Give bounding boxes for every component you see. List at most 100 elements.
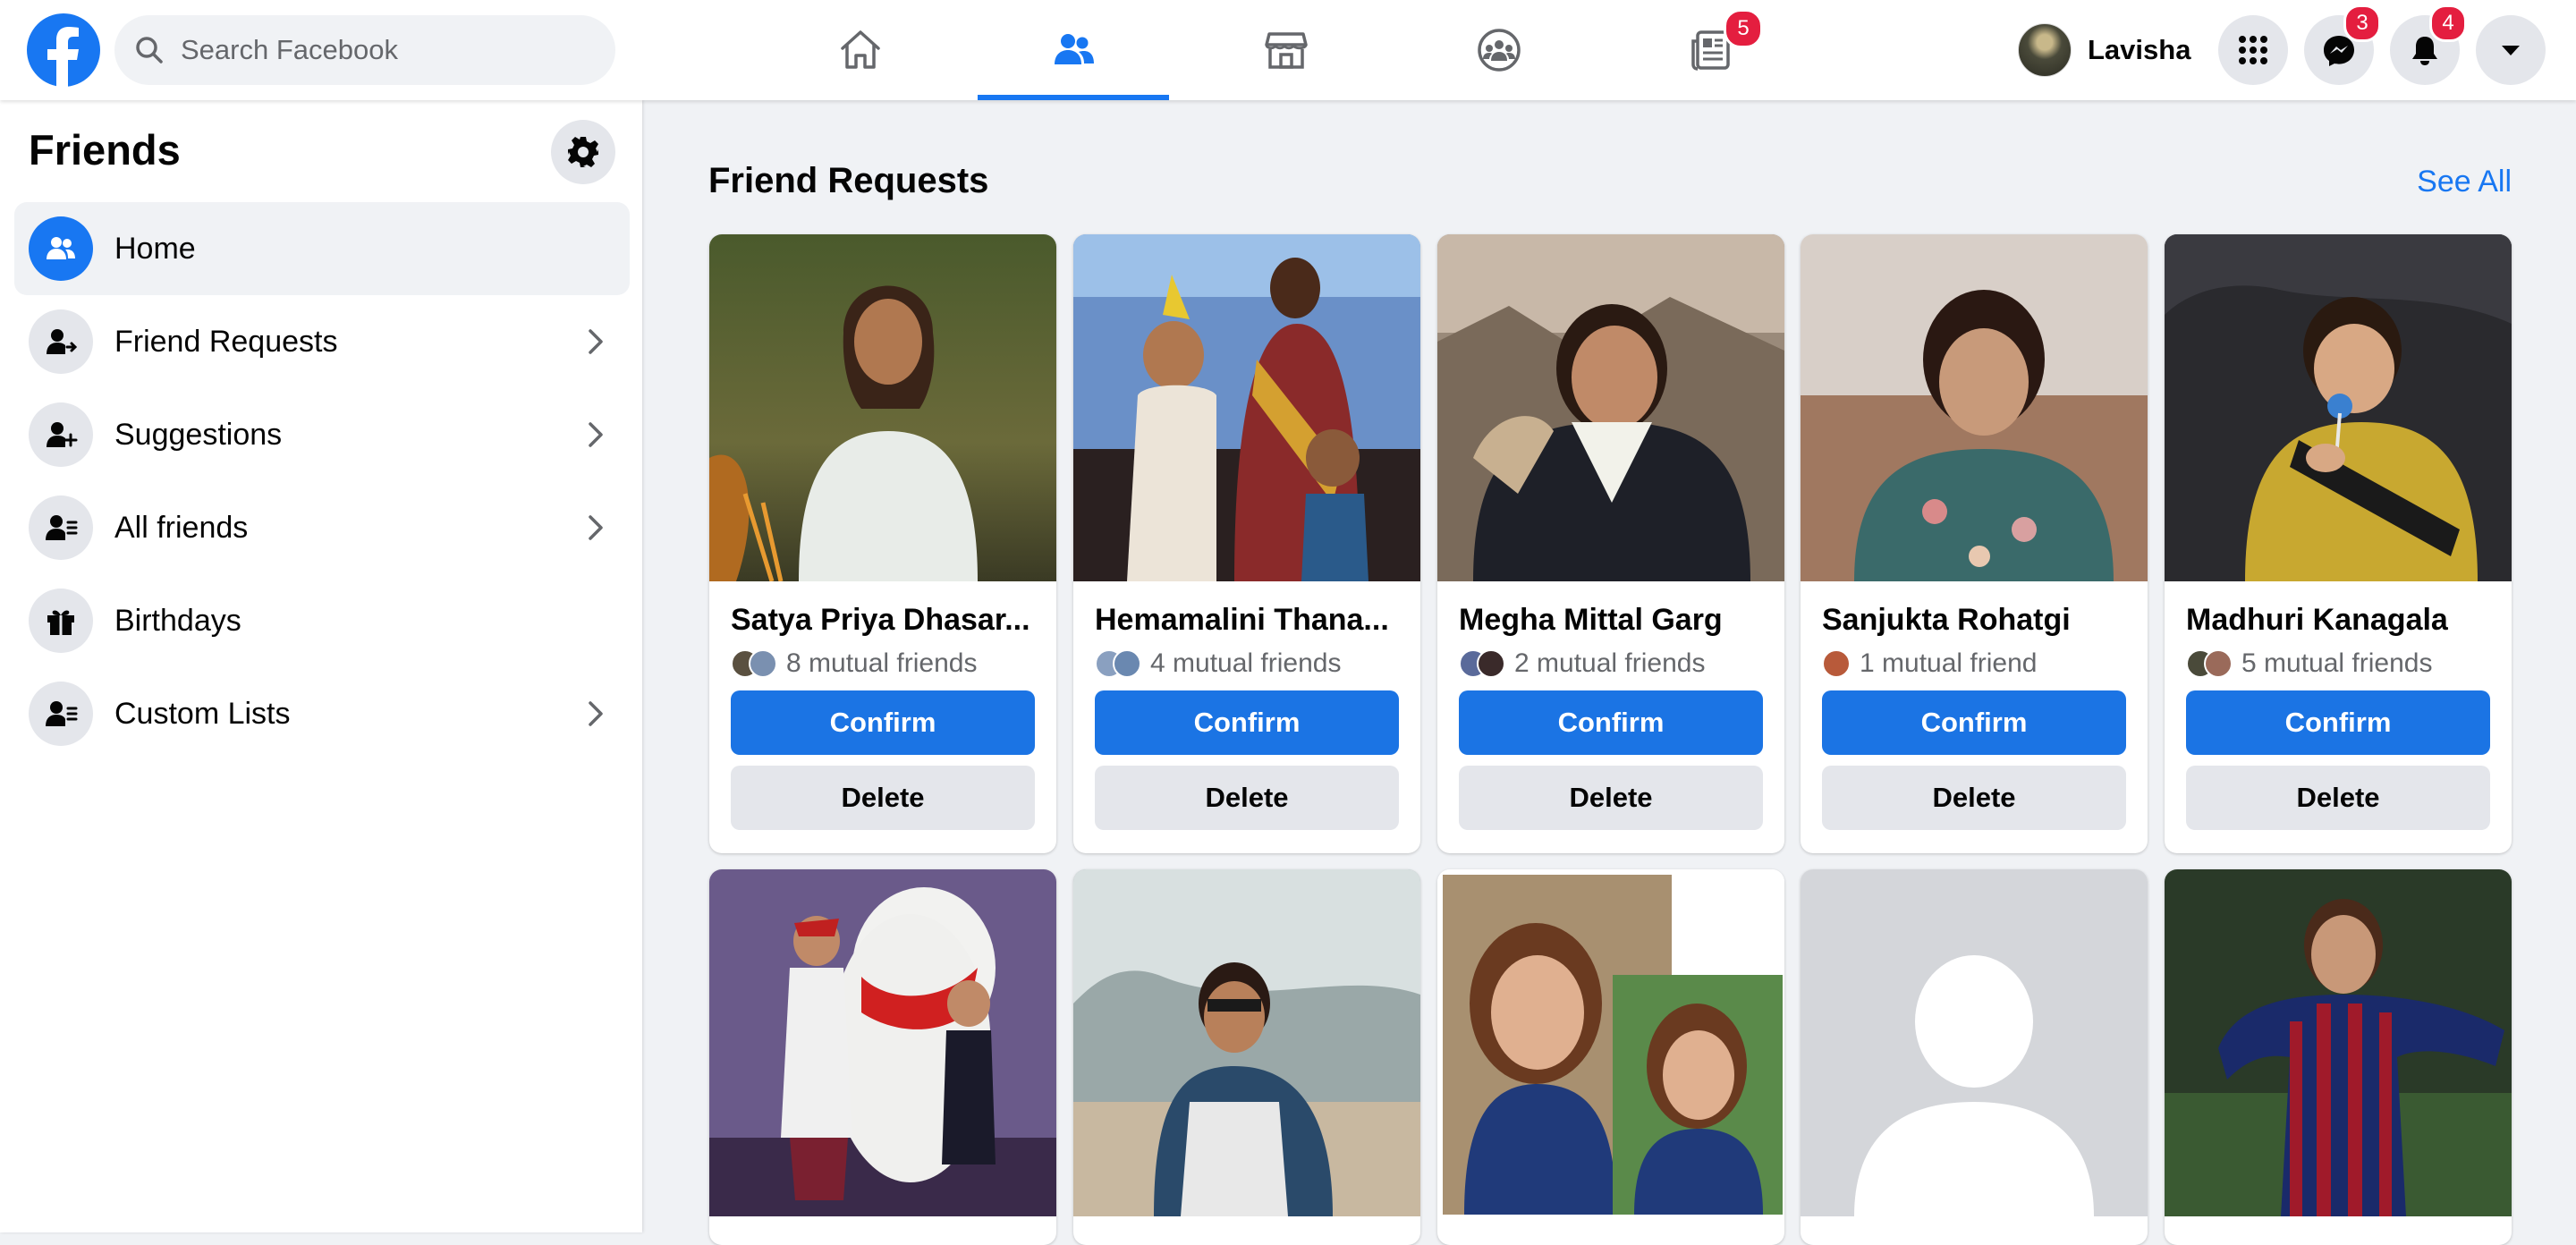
mutual-count: 4 mutual friends — [1150, 648, 1342, 678]
delete-button[interactable]: Delete — [1822, 766, 2126, 830]
profile-photo[interactable] — [1437, 234, 1784, 581]
caret-down-icon — [2502, 46, 2520, 55]
avatar — [2018, 23, 2072, 77]
person-arrow-icon — [47, 329, 78, 354]
friends-home-icon — [47, 237, 75, 259]
confirm-button[interactable]: Confirm — [2186, 690, 2490, 755]
profile-photo[interactable] — [2165, 234, 2512, 581]
mutual-friend-avatar — [1477, 649, 1505, 678]
delete-button[interactable]: Delete — [731, 766, 1035, 830]
confirm-button[interactable]: Confirm — [731, 690, 1035, 755]
profile-photo[interactable] — [1437, 869, 1784, 1216]
news-badge: 5 — [1724, 9, 1763, 48]
confirm-button[interactable]: Confirm — [1459, 690, 1763, 755]
home-icon — [841, 30, 880, 69]
messenger-badge: 3 — [2343, 4, 2381, 42]
friend-request-card: Megha Mittal Garg 2 mutual friends Confi… — [1437, 234, 1784, 853]
mutual-count: 1 mutual friend — [1860, 648, 2038, 678]
groups-icon — [1478, 29, 1521, 72]
request-name[interactable]: Madhuri Kanagala — [2186, 603, 2490, 638]
search-bar[interactable] — [114, 15, 615, 85]
gear-icon — [568, 137, 598, 167]
delete-button[interactable]: Delete — [1095, 766, 1399, 830]
tab-news[interactable]: 5 — [1616, 0, 1808, 100]
profile-photo[interactable] — [709, 234, 1056, 581]
grid-menu-icon — [2239, 36, 2267, 64]
mutual-count: 2 mutual friends — [1514, 648, 1706, 678]
section-title: Friend Requests — [708, 161, 989, 200]
friends-sidebar: Friends Home Friend Requests Suggestions… — [0, 100, 642, 1232]
sidebar-title: Friends — [29, 126, 181, 174]
settings-button[interactable] — [551, 120, 615, 184]
mutual-friends[interactable]: 4 mutual friends — [1095, 646, 1341, 682]
account-button[interactable] — [2476, 15, 2546, 85]
friend-request-card — [1437, 869, 1784, 1245]
sidebar-item-custom-lists[interactable]: Custom Lists — [14, 667, 630, 760]
sidebar-item-suggestions[interactable]: Suggestions — [14, 388, 630, 481]
notifications-button[interactable]: 4 — [2390, 4, 2467, 85]
sidebar-item-label: Custom Lists — [114, 696, 291, 731]
profile-photo[interactable] — [1073, 869, 1420, 1216]
sidebar-item-all-friends[interactable]: All friends — [14, 481, 630, 574]
default-avatar-icon — [1801, 869, 2148, 1216]
mutual-friends[interactable]: 2 mutual friends — [1459, 646, 1705, 682]
person-list-icon — [46, 515, 78, 540]
tab-groups[interactable] — [1403, 0, 1595, 100]
chevron-right-icon — [589, 422, 603, 447]
sidebar-item-home[interactable]: Home — [14, 202, 630, 295]
sidebar-item-label: Home — [114, 231, 196, 266]
chevron-right-icon — [589, 701, 603, 726]
search-icon — [136, 37, 163, 64]
sidebar-item-label: Birthdays — [114, 603, 242, 638]
mutual-count: 5 mutual friends — [2241, 648, 2433, 678]
mutual-friends[interactable]: 1 mutual friend — [1822, 646, 2037, 682]
messenger-button[interactable]: 3 — [2304, 4, 2381, 85]
gift-icon — [47, 610, 74, 635]
mutual-friend-avatar — [2204, 649, 2233, 678]
mutual-friends[interactable]: 5 mutual friends — [2186, 646, 2432, 682]
mutual-friend-avatar — [1113, 649, 1141, 678]
menu-button[interactable] — [2218, 15, 2288, 85]
see-all-link[interactable]: See All — [2417, 165, 2512, 199]
chevron-right-icon — [589, 329, 603, 354]
profile-name: Lavisha — [2088, 34, 2191, 65]
confirm-button[interactable]: Confirm — [1822, 690, 2126, 755]
mutual-friend-avatar — [749, 649, 777, 678]
profile-photo[interactable] — [709, 869, 1056, 1216]
sidebar-item-label: Friend Requests — [114, 324, 338, 359]
request-name[interactable]: Sanjukta Rohatgi — [1822, 603, 2126, 638]
delete-button[interactable]: Delete — [2186, 766, 2490, 830]
search-input[interactable] — [179, 33, 603, 67]
tab-friends[interactable] — [978, 0, 1169, 100]
top-navigation-bar: 5 Lavisha 3 4 — [0, 0, 2576, 100]
mutual-friend-avatar — [1822, 649, 1851, 678]
friend-request-card: Sanjukta Rohatgi 1 mutual friend Confirm… — [1801, 234, 2148, 853]
person-list-icon — [46, 701, 78, 726]
tab-home[interactable] — [765, 0, 956, 100]
profile-photo[interactable] — [1801, 234, 2148, 581]
tab-marketplace[interactable] — [1191, 0, 1382, 100]
profile-photo[interactable] — [1801, 869, 2148, 1216]
friend-request-card — [1073, 869, 1420, 1245]
friend-request-card: Satya Priya Dhasar... 8 mutual friends C… — [709, 234, 1056, 853]
request-name[interactable]: Satya Priya Dhasar... — [731, 603, 1035, 638]
notifications-badge: 4 — [2429, 4, 2467, 42]
friends-icon — [1055, 34, 1094, 64]
confirm-button[interactable]: Confirm — [1095, 690, 1399, 755]
request-name[interactable]: Megha Mittal Garg — [1459, 603, 1763, 638]
mutual-friends[interactable]: 8 mutual friends — [731, 646, 977, 682]
friend-request-card — [709, 869, 1056, 1245]
profile-button[interactable]: Lavisha — [2018, 21, 2190, 79]
sidebar-item-birthdays[interactable]: Birthdays — [14, 574, 630, 667]
person-plus-icon — [47, 422, 78, 447]
marketplace-icon — [1265, 32, 1308, 69]
profile-photo[interactable] — [2165, 869, 2512, 1216]
sidebar-item-label: All friends — [114, 510, 249, 545]
friend-request-card: Madhuri Kanagala 5 mutual friends Confir… — [2165, 234, 2512, 853]
request-name[interactable]: Hemamalini Thana... — [1095, 603, 1399, 638]
facebook-logo-icon[interactable] — [27, 13, 100, 87]
profile-photo[interactable] — [1073, 234, 1420, 581]
sidebar-item-friend-requests[interactable]: Friend Requests — [14, 295, 630, 388]
delete-button[interactable]: Delete — [1459, 766, 1763, 830]
friend-request-card: Hemamalini Thana... 4 mutual friends Con… — [1073, 234, 1420, 853]
